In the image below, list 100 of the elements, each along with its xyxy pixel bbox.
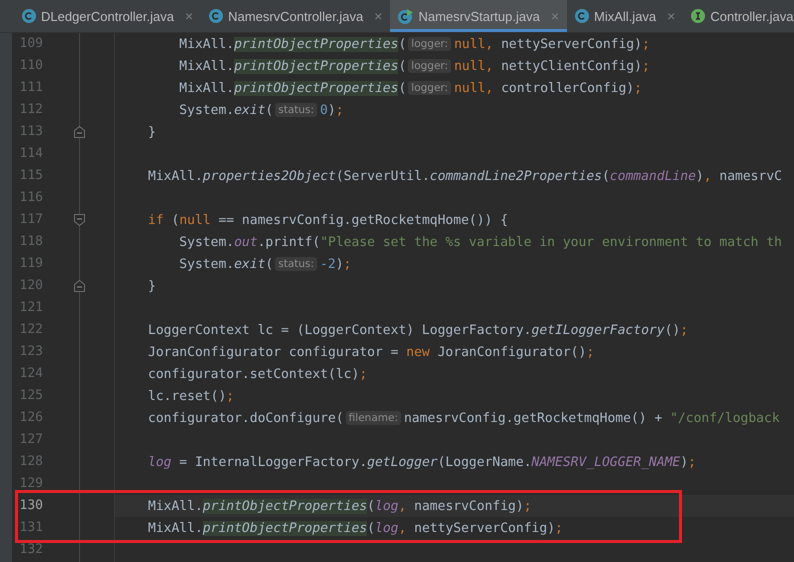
code-token: System.	[178, 234, 234, 250]
code-token: out	[234, 234, 258, 250]
code-token: exit	[234, 102, 266, 118]
code-token: commandLine	[610, 168, 696, 184]
line-number: 110	[18, 57, 43, 75]
line-number: 122	[18, 321, 43, 339]
code-token: if	[148, 212, 164, 228]
code-token: printObjectProperties	[234, 58, 398, 74]
tab-label: MixAll.java	[594, 8, 656, 24]
tab-label: NamesrvController.java	[228, 8, 364, 24]
line-number: 112	[18, 101, 43, 119]
line-number: 124	[18, 365, 43, 383]
code-token: = InternalLoggerFactory.	[178, 454, 368, 470]
tab-label: NamesrvStartup.java	[418, 8, 540, 24]
code-token: nettyServerConfig)	[500, 36, 642, 52]
code-token: ()	[664, 322, 680, 338]
line-number: 116	[18, 189, 43, 207]
line-number: 131	[18, 519, 43, 537]
code-token: printObjectProperties	[202, 520, 368, 536]
parameter-hint: logger:	[408, 37, 452, 51]
code-token: null	[454, 80, 486, 96]
code-token: ;	[680, 322, 688, 338]
code-token: ,	[485, 36, 494, 52]
code-token: configurator.doConfigure(	[148, 410, 344, 426]
code-token: (LoggerName.	[438, 454, 532, 470]
code-token: printObjectProperties	[234, 36, 398, 52]
code-token: printObjectProperties	[234, 80, 398, 96]
code-token: namesrvC	[718, 168, 782, 184]
line-number: 129	[18, 475, 43, 493]
code-token: (	[265, 256, 274, 272]
code-token: )	[680, 454, 688, 470]
line-number: 126	[18, 409, 43, 427]
code-token: .printf(	[258, 234, 320, 250]
code-token: (	[398, 80, 406, 96]
line-number: 119	[18, 255, 43, 273]
code-token: (	[265, 102, 274, 118]
code-token: exit	[234, 256, 266, 272]
code-token: ;	[688, 454, 696, 470]
code-token: ,	[485, 80, 494, 96]
code-token: JoranConfigurator configurator =	[148, 344, 400, 360]
code-token: }	[148, 278, 156, 294]
line-number: 120	[18, 277, 43, 295]
close-icon[interactable]: ×	[667, 8, 676, 24]
file-tab[interactable]: NamesrvStartup.java ×	[390, 0, 568, 32]
parameter-hint: status:	[275, 103, 318, 117]
code-token: null	[454, 36, 486, 52]
close-icon[interactable]: ×	[374, 8, 382, 24]
parameter-hint: logger:	[408, 81, 452, 95]
code-token: (	[170, 212, 180, 228]
close-icon[interactable]: ×	[184, 8, 194, 24]
code-token: NAMESRV_LOGGER_NAME	[532, 454, 680, 470]
code-token: }	[148, 124, 156, 140]
code-token: getILoggerFactory	[532, 322, 665, 338]
code-token: nettyClientConfig)	[500, 58, 642, 74]
code-token: JoranConfigurator()	[436, 344, 586, 360]
code-token: ;	[359, 366, 368, 382]
code-token: System.	[178, 102, 234, 118]
parameter-hint: filename:	[346, 411, 401, 425]
line-number: 113	[18, 123, 43, 141]
code-token: namesrvConfig.getRocketmqHome() +	[404, 410, 664, 426]
code-token: nettyServerConfig)	[413, 520, 556, 536]
code-token: )	[328, 102, 336, 118]
parameter-hint: status:	[275, 257, 318, 271]
tab-label: DLedgerController.java	[41, 8, 174, 24]
code-token: ,	[398, 498, 406, 514]
file-tab[interactable]: NamesrvController.java ×	[201, 0, 390, 32]
code-token: ,	[398, 520, 406, 536]
code-token: log	[375, 520, 398, 536]
line-number: 130	[18, 497, 43, 515]
code-token: new	[406, 344, 430, 360]
code-token: ;	[336, 102, 344, 118]
code-token: ,	[485, 58, 494, 74]
code-token: )	[696, 168, 704, 184]
line-number: 111	[18, 79, 43, 97]
file-tab[interactable]: Controller.java	[683, 0, 794, 32]
code-token: ;	[524, 498, 532, 514]
code-token: ;	[642, 36, 650, 52]
code-token: properties2Object	[202, 168, 336, 184]
code-token: lc.reset()	[148, 388, 226, 404]
code-token: controllerConfig)	[500, 80, 634, 96]
line-number: 115	[18, 167, 43, 185]
code-token: 0	[320, 102, 328, 118]
code-token: log	[375, 498, 398, 514]
code-token: ;	[344, 256, 352, 272]
line-number: 118	[18, 233, 43, 251]
file-tab[interactable]: MixAll.java ×	[567, 0, 684, 32]
code-token: MixAll.	[178, 58, 234, 74]
code-token: (	[398, 58, 406, 74]
code-token: MixAll.	[178, 36, 234, 52]
parameter-hint: logger:	[408, 59, 452, 73]
line-number: 132	[18, 541, 43, 559]
code-token: commandLine2Properties	[430, 168, 602, 184]
code-token: "Please set the %s variable in your environment to match th	[320, 234, 782, 250]
tab-label: Controller.java	[710, 8, 794, 24]
code-token: namesrvConfig)	[413, 498, 524, 514]
code-token: LoggerContext lc = (LoggerContext) LoggerFactory.	[148, 322, 532, 338]
code-token: MixAll.	[178, 80, 234, 96]
line-number: 109	[18, 35, 43, 53]
code-token: configurator.setContext(lc)	[148, 366, 360, 382]
file-tab[interactable]: DLedgerController.java ×	[14, 0, 202, 32]
